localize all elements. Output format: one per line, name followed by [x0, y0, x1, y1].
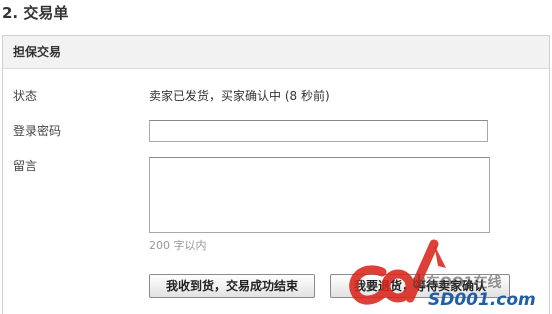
section-title: 2. 交易单 [2, 4, 69, 22]
panel-header: 担保交易 [3, 36, 549, 69]
escrow-trade-panel: 担保交易 状态 卖家已发货，买家确认中 (8 秒前) 登录密码 留言 200 字… [2, 35, 550, 314]
status-value: 卖家已发货，买家确认中 (8 秒前) [149, 89, 330, 103]
trade-order-page: 2. 交易单 担保交易 状态 卖家已发货，买家确认中 (8 秒前) 登录密码 留… [0, 0, 552, 314]
message-textarea[interactable] [149, 157, 490, 233]
request-return-button[interactable]: 我要退货，等待卖家确认 [330, 274, 510, 298]
message-length-hint: 200 字以内 [149, 239, 207, 252]
password-label: 登录密码 [13, 124, 62, 138]
password-field[interactable] [149, 120, 488, 142]
message-label: 留言 [13, 159, 38, 173]
confirm-receipt-button[interactable]: 我收到货，交易成功结束 [149, 274, 315, 298]
status-label: 状态 [13, 89, 38, 103]
